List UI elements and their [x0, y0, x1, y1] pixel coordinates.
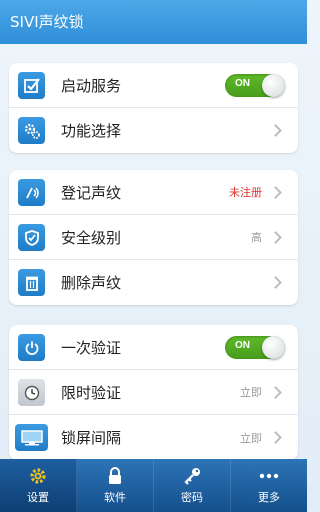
row-register-voiceprint[interactable]: 登记声纹 未注册	[9, 170, 298, 215]
row-label: 启动服务	[61, 76, 122, 95]
bottom-tab-bar: 设置 软件 密码 更多	[0, 459, 307, 512]
row-one-time-verify[interactable]: 一次验证 ON	[9, 325, 298, 370]
tab-more[interactable]: 更多	[231, 459, 307, 512]
app-title: SIVI声纹锁	[10, 13, 84, 31]
tab-label: 设置	[27, 491, 49, 504]
toggle-knob	[262, 336, 285, 359]
row-label: 限时验证	[61, 383, 122, 402]
chevron-right-icon	[269, 431, 282, 444]
chevron-right-icon	[269, 385, 282, 399]
tab-label: 更多	[258, 491, 280, 504]
tab-label: 密码	[181, 491, 203, 504]
register-status: 未注册	[229, 186, 262, 199]
row-label: 删除声纹	[61, 274, 122, 292]
lock-icon	[104, 466, 126, 486]
lock-interval-value: 立即	[240, 431, 262, 445]
settings-group-verification: 一次验证 ON 限时验证 立即 锁屏间隔 立即	[9, 325, 298, 460]
shield-icon	[18, 224, 45, 251]
row-delete-voiceprint[interactable]: 删除声纹	[9, 260, 298, 305]
more-icon	[258, 466, 280, 486]
one-time-verify-toggle[interactable]: ON	[225, 336, 285, 359]
timed-verify-value: 立即	[240, 386, 262, 399]
tab-password[interactable]: 密码	[154, 459, 231, 512]
power-icon	[18, 334, 45, 361]
tab-label: 软件	[104, 491, 126, 504]
row-label: 功能选择	[61, 122, 122, 140]
row-label: 登记声纹	[61, 183, 122, 202]
toggle-knob	[262, 74, 285, 97]
chevron-right-icon	[269, 276, 282, 289]
toggle-state: ON	[235, 340, 250, 351]
row-security-level[interactable]: 安全级别 高	[9, 215, 298, 260]
toggle-state: ON	[235, 78, 250, 89]
row-function-select[interactable]: 功能选择	[9, 108, 298, 153]
security-level-value: 高	[251, 231, 262, 244]
chevron-right-icon	[269, 185, 282, 199]
gear-icon	[27, 466, 49, 486]
settings-group-service: 启动服务 ON 功能选择	[9, 63, 298, 153]
clock-icon	[18, 379, 45, 406]
monitor-icon	[15, 424, 48, 451]
tab-settings[interactable]: 设置	[0, 459, 77, 512]
checkbox-icon	[18, 72, 45, 99]
row-timed-verify[interactable]: 限时验证 立即	[9, 370, 298, 415]
title-bar: SIVI声纹锁	[0, 0, 307, 44]
start-service-toggle[interactable]: ON	[225, 74, 285, 97]
row-label: 安全级别	[61, 228, 122, 247]
row-start-service[interactable]: 启动服务 ON	[9, 63, 298, 108]
voice-register-icon	[18, 179, 45, 206]
row-lock-interval[interactable]: 锁屏间隔 立即	[9, 415, 298, 460]
chevron-right-icon	[269, 230, 282, 244]
row-label: 锁屏间隔	[61, 429, 122, 447]
tab-software[interactable]: 软件	[77, 459, 154, 512]
chevron-right-icon	[269, 124, 282, 137]
trash-icon	[18, 269, 45, 296]
row-label: 一次验证	[61, 338, 122, 357]
settings-group-voiceprint: 登记声纹 未注册 安全级别 高 删除声纹	[9, 170, 298, 305]
gears-icon	[18, 117, 45, 144]
key-icon	[181, 466, 203, 486]
